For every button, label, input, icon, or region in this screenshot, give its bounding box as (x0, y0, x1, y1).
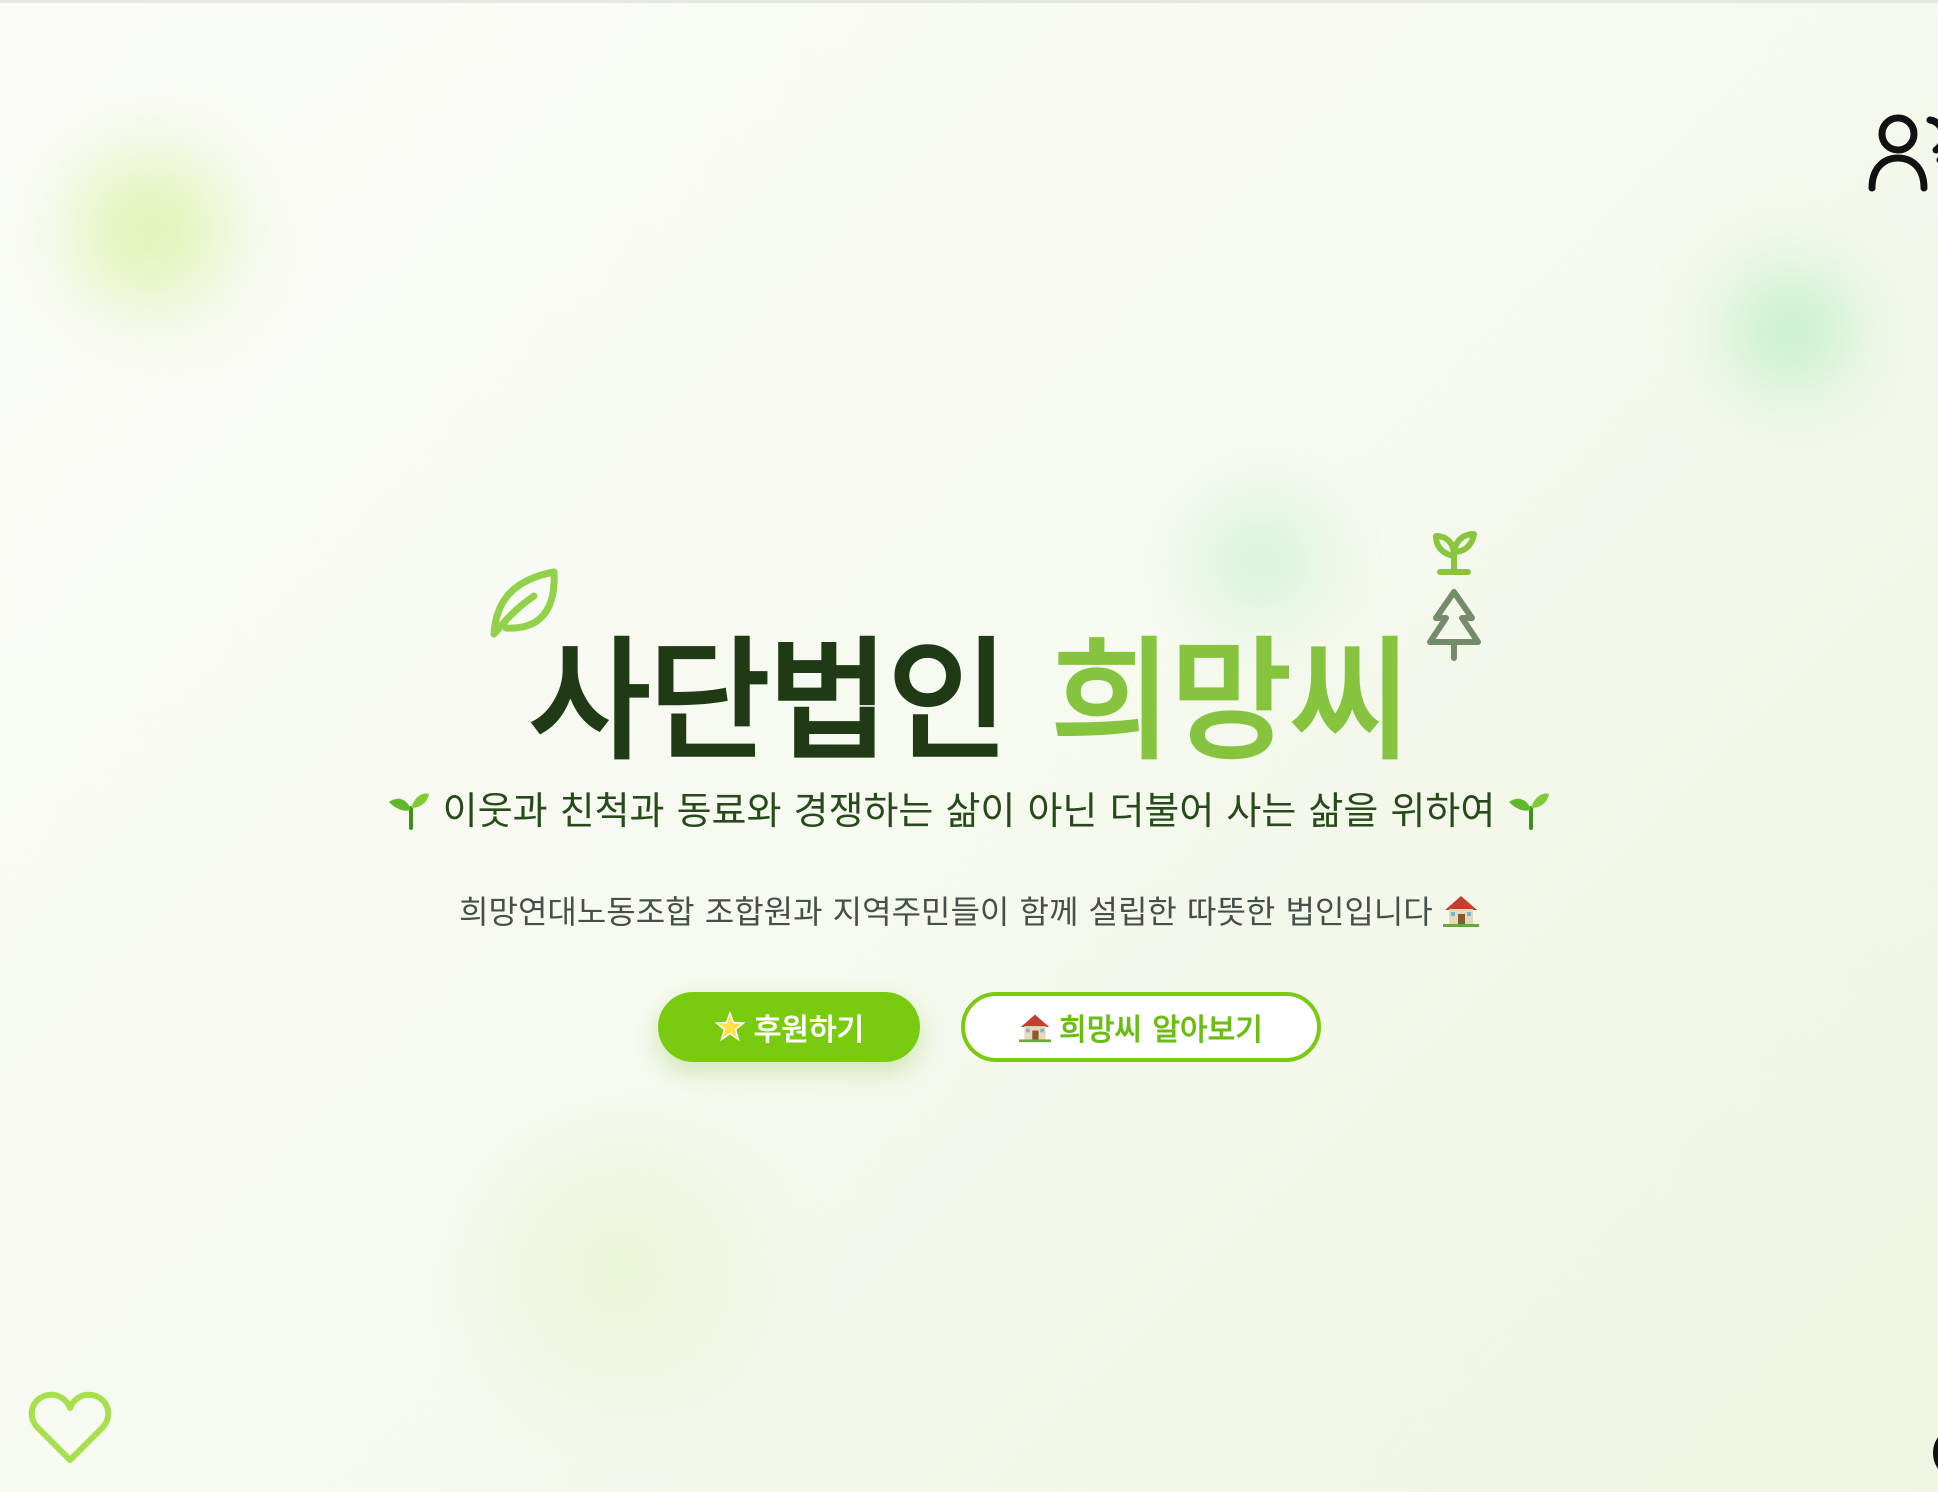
tree-icon (1427, 531, 1481, 661)
page-title: 사단법인 희망씨 (0, 636, 1938, 768)
about-button[interactable]: 희망씨 알아보기 (961, 992, 1321, 1062)
heart-icon (28, 1391, 112, 1463)
donate-button-label: 후원하기 (753, 1013, 865, 1048)
tagline-text: 이웃과 친척과 동료와 경쟁하는 삶이 아닌 더불어 사는 삶을 위하여 (442, 789, 1496, 833)
house-icon (1442, 896, 1479, 927)
hero-section: 사단법인 희망씨 이웃과 친척과 동료와 경쟁하는 삶이 아닌 더불어 사는 삶… (0, 0, 1938, 1492)
tagline: 이웃과 친척과 동료와 경쟁하는 삶이 아닌 더불어 사는 삶을 위하여 (0, 790, 1938, 830)
star-icon (714, 1011, 746, 1042)
subtitle-text: 희망연대노동조합 조합원과 지역주민들이 함께 설립한 따뜻한 법인입니다 (459, 893, 1433, 931)
house-icon (1019, 1014, 1052, 1043)
sprout-icon (388, 793, 429, 830)
chat-icon[interactable] (1930, 1428, 1938, 1478)
donate-button[interactable]: 후원하기 (658, 992, 920, 1062)
subtitle: 희망연대노동조합 조합원과 지역주민들이 함께 설립한 따뜻한 법인입니다 (0, 892, 1938, 928)
title-accent: 희망씨 (1050, 625, 1411, 780)
about-button-label: 희망씨 알아보기 (1059, 1013, 1263, 1048)
title-main: 사단법인 (528, 625, 1009, 780)
sprout-icon (1509, 793, 1550, 830)
